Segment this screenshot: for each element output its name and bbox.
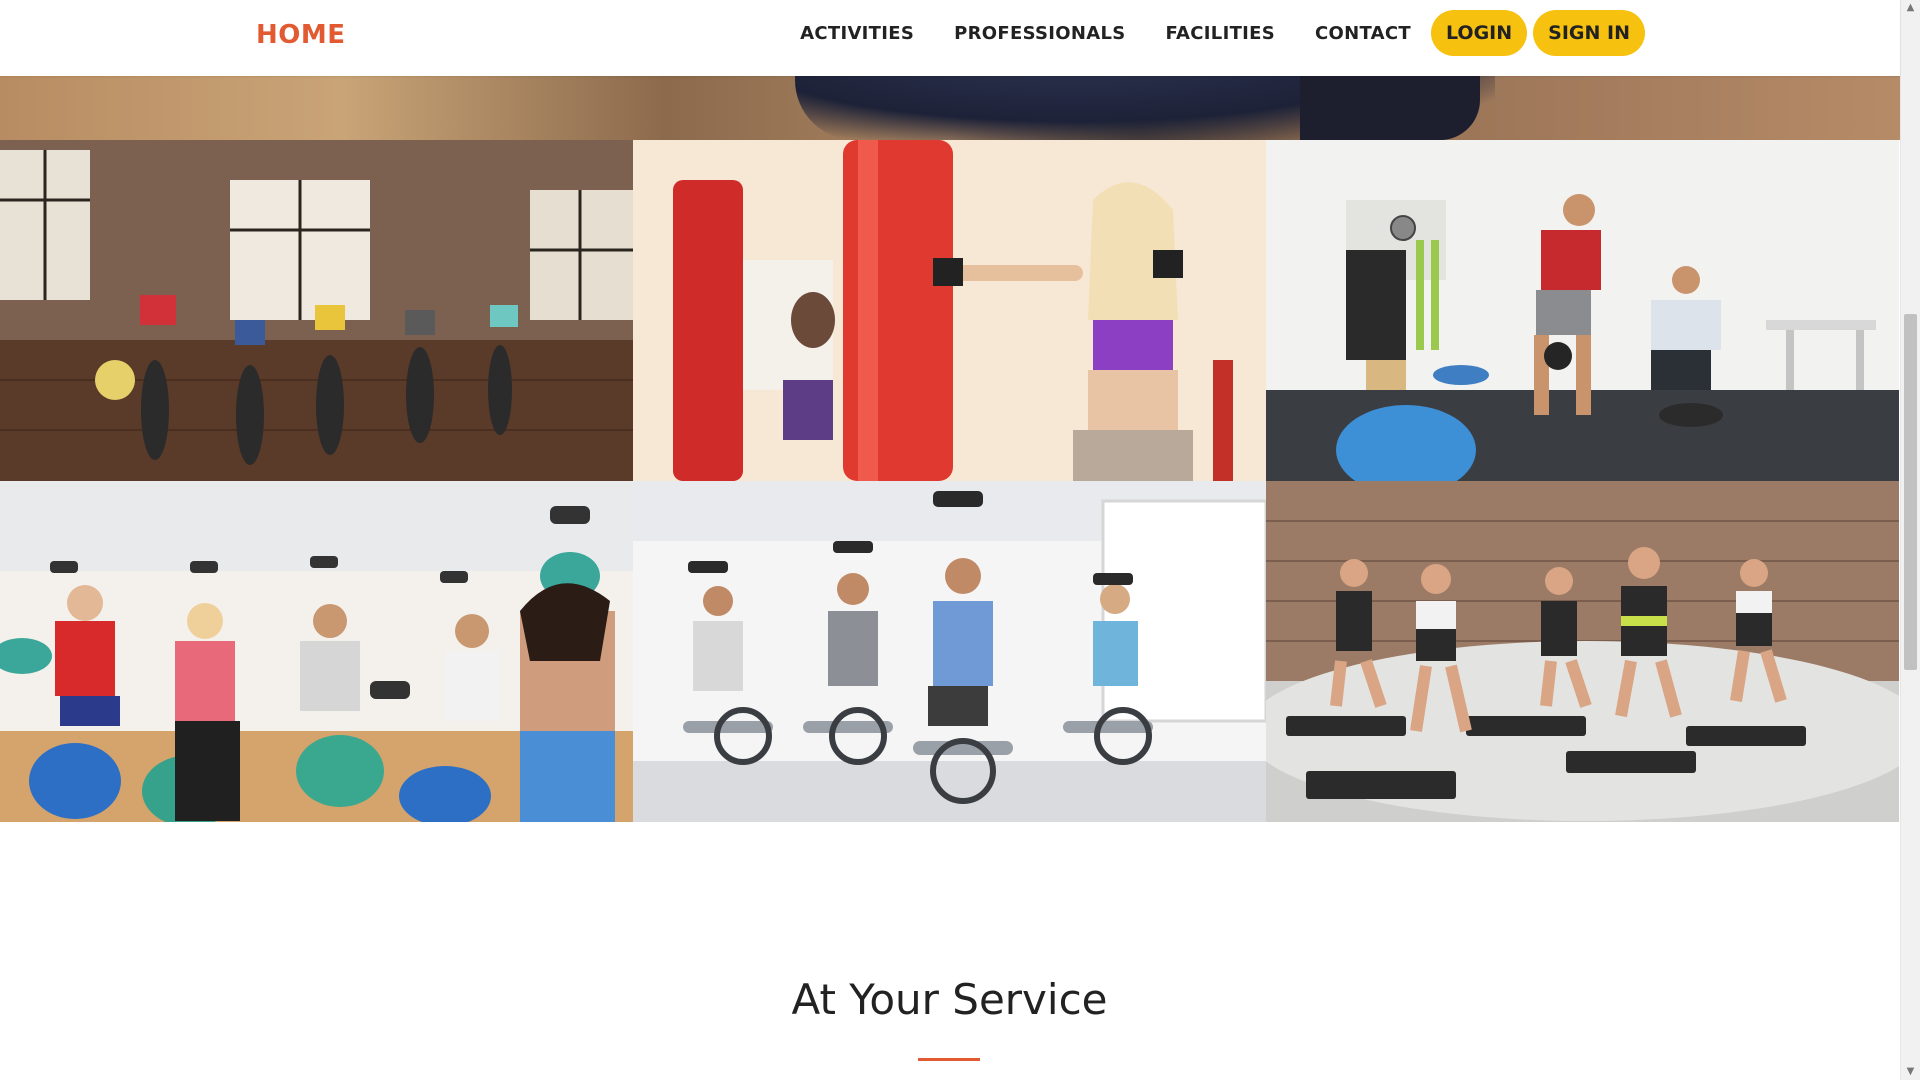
page: HOME ACTIVITIES PROFESSIONALS FACILITIES…	[0, 0, 1920, 1080]
gallery-tile-cycling[interactable]	[633, 481, 1266, 822]
dumbbell-class-image	[0, 481, 633, 822]
gallery-tile-trainer[interactable]	[1266, 140, 1899, 481]
nav-link-facilities[interactable]: FACILITIES	[1166, 23, 1275, 44]
title-underline	[918, 1058, 980, 1061]
gallery-tile-stretching[interactable]	[0, 140, 633, 481]
stretching-class-image	[0, 140, 633, 481]
step-aerobics-image	[1266, 481, 1899, 822]
login-button[interactable]: LOGIN	[1431, 10, 1528, 56]
hero-figure-shadow	[1300, 76, 1480, 140]
hero-image	[0, 76, 1900, 140]
trainer-image	[1266, 140, 1899, 481]
scrollbar-thumb[interactable]	[1904, 314, 1917, 670]
nav-link-professionals[interactable]: PROFESSIONALS	[954, 23, 1125, 44]
gallery-tile-step[interactable]	[1266, 481, 1899, 822]
top-navbar: HOME ACTIVITIES PROFESSIONALS FACILITIES…	[0, 0, 1900, 76]
sign-in-button[interactable]: SIGN IN	[1533, 10, 1645, 56]
cycling-class-image	[633, 481, 1266, 822]
nav-links: ACTIVITIES PROFESSIONALS FACILITIES CONT…	[800, 10, 1645, 56]
activity-gallery	[0, 140, 1899, 822]
gallery-tile-boxing[interactable]	[633, 140, 1266, 481]
scroll-down-arrow-icon[interactable]: ▼	[1901, 1064, 1920, 1080]
scroll-up-arrow-icon[interactable]: ▲	[1901, 0, 1920, 16]
home-link[interactable]: HOME	[256, 20, 346, 50]
gallery-tile-dumbbells[interactable]	[0, 481, 633, 822]
nav-link-contact[interactable]: CONTACT	[1315, 23, 1411, 44]
boxing-image	[633, 140, 1266, 481]
nav-link-activities[interactable]: ACTIVITIES	[800, 23, 914, 44]
page-scrollbar[interactable]: ▲ ▼	[1900, 0, 1920, 1080]
section-title: At Your Service	[791, 975, 1108, 1024]
